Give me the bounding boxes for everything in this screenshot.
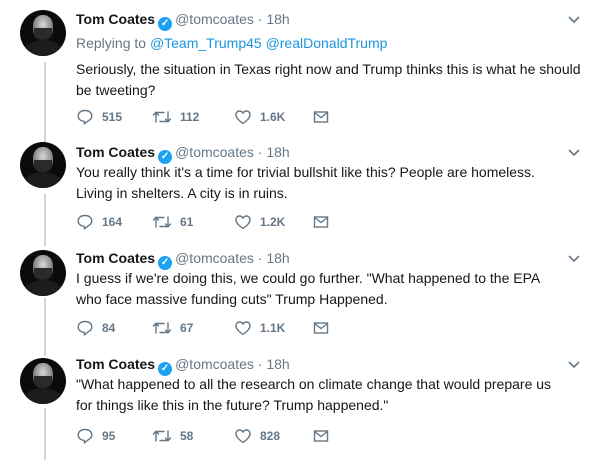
like-count: 1.6K — [260, 110, 286, 124]
reply-icon — [77, 320, 93, 336]
like-button[interactable]: 1.6K — [234, 107, 285, 127]
tweet-header: Tom Coates ✓ @tomcoates · 18h — [76, 354, 582, 376]
verified-badge-icon: ✓ — [158, 17, 173, 31]
retweet-icon — [152, 322, 172, 334]
tweet-header: Tom Coates ✓ @tomcoates · 18h — [76, 142, 582, 164]
replying-to: Replying to @Team_Trump45 @realDonaldTru… — [76, 33, 582, 53]
heart-icon — [235, 215, 251, 230]
chevron-down-icon[interactable] — [566, 356, 582, 372]
retweet-count: 61 — [180, 215, 194, 229]
heart-icon — [235, 429, 251, 444]
reply-icon — [77, 428, 93, 444]
reply-icon — [77, 214, 93, 230]
reply-count: 95 — [102, 429, 116, 443]
author-handle[interactable]: @tomcoates — [175, 144, 254, 160]
retweet-button[interactable]: 61 — [152, 212, 193, 232]
tweet-text-line: be tweeting? — [76, 82, 156, 98]
like-count: 1.2K — [260, 215, 286, 229]
tweet-text-line: I guess if we're doing this, we could go… — [76, 270, 541, 286]
mention-link[interactable]: @Team_Trump45 — [150, 35, 262, 51]
dm-button[interactable] — [312, 318, 330, 338]
envelope-icon — [313, 216, 329, 228]
retweet-icon — [152, 430, 172, 442]
chevron-down-icon[interactable] — [566, 144, 582, 160]
reply-count: 164 — [102, 215, 123, 229]
dm-button[interactable] — [312, 107, 330, 127]
retweet-button[interactable]: 58 — [152, 426, 193, 446]
author-name[interactable]: Tom Coates — [76, 144, 155, 160]
retweet-count: 112 — [180, 110, 200, 124]
tweet[interactable]: Tom Coates ✓ @tomcoates · 18h You really t… — [0, 140, 600, 248]
tweet[interactable]: Tom Coates ✓ @tomcoates · 18h "What happen… — [0, 356, 600, 460]
reply-button[interactable]: 95 — [76, 426, 115, 446]
author-handle[interactable]: @tomcoates — [175, 250, 254, 266]
envelope-icon — [313, 111, 329, 123]
tweet-text-line: Living in shelters. A city is in ruins. — [76, 185, 288, 201]
tweet-text-line: who face massive funding cuts" Trump Hap… — [76, 291, 388, 307]
dm-button[interactable] — [312, 426, 330, 446]
tweet-text-line: "What happened to all the research on cl… — [76, 376, 552, 392]
timestamp[interactable]: 18h — [266, 144, 289, 160]
envelope-icon — [313, 430, 329, 442]
avatar[interactable] — [20, 358, 66, 404]
tweet-text-line: Seriously, the situation in Texas right … — [76, 61, 581, 77]
heart-icon — [235, 321, 251, 336]
separator-dot: · — [257, 356, 263, 372]
tweet[interactable]: Tom Coates ✓ @tomcoates · 18h Replying to … — [0, 0, 600, 140]
reply-count: 515 — [102, 110, 123, 124]
retweet-count: 67 — [180, 321, 194, 335]
avatar[interactable] — [20, 142, 66, 188]
envelope-icon — [313, 322, 329, 334]
retweet-count: 58 — [180, 429, 194, 443]
tweet-text: You really think it's a time for trivial… — [76, 162, 582, 204]
separator-dot: · — [257, 11, 263, 27]
avatar[interactable] — [20, 10, 66, 56]
reply-button[interactable]: 84 — [76, 318, 115, 338]
like-button[interactable]: 828 — [234, 426, 280, 446]
tweet-text: "What happened to all the research on cl… — [76, 374, 582, 416]
replying-to-label: Replying to — [76, 35, 147, 51]
heart-icon — [235, 110, 251, 125]
author-handle[interactable]: @tomcoates — [175, 11, 254, 27]
retweet-button[interactable]: 67 — [152, 318, 193, 338]
tweet-text-line: for things like this in the future? Trum… — [76, 397, 389, 413]
tweet-header: Tom Coates ✓ @tomcoates · 18h — [76, 9, 582, 31]
timestamp[interactable]: 18h — [266, 250, 289, 266]
tweet-text: I guess if we're doing this, we could go… — [76, 268, 582, 310]
chevron-down-icon[interactable] — [566, 11, 582, 27]
tweet-header: Tom Coates ✓ @tomcoates · 18h — [76, 248, 582, 270]
like-count: 1.1K — [260, 321, 286, 335]
author-handle[interactable]: @tomcoates — [175, 356, 254, 372]
reply-icon — [77, 109, 93, 125]
avatar[interactable] — [20, 250, 66, 296]
reply-button[interactable]: 164 — [76, 212, 122, 232]
dm-button[interactable] — [312, 212, 330, 232]
mention-link[interactable]: @realDonaldTrump — [266, 35, 388, 51]
like-count: 828 — [260, 429, 281, 443]
tweet[interactable]: Tom Coates ✓ @tomcoates · 18h I guess if w… — [0, 248, 600, 356]
timestamp[interactable]: 18h — [266, 11, 289, 27]
author-name[interactable]: Tom Coates — [76, 11, 155, 27]
author-name[interactable]: Tom Coates — [76, 250, 155, 266]
retweet-icon — [152, 111, 172, 123]
separator-dot: · — [257, 144, 263, 160]
separator-dot: · — [257, 250, 263, 266]
reply-button[interactable]: 515 — [76, 107, 122, 127]
like-button[interactable]: 1.2K — [234, 212, 285, 232]
author-name[interactable]: Tom Coates — [76, 356, 155, 372]
like-button[interactable]: 1.1K — [234, 318, 285, 338]
retweet-button[interactable]: 112 — [152, 107, 199, 127]
chevron-down-icon[interactable] — [566, 250, 582, 266]
timestamp[interactable]: 18h — [266, 356, 289, 372]
retweet-icon — [152, 216, 172, 228]
tweet-text-line: You really think it's a time for trivial… — [76, 164, 535, 180]
tweet-text: Seriously, the situation in Texas right … — [76, 59, 582, 101]
reply-count: 84 — [102, 321, 116, 335]
